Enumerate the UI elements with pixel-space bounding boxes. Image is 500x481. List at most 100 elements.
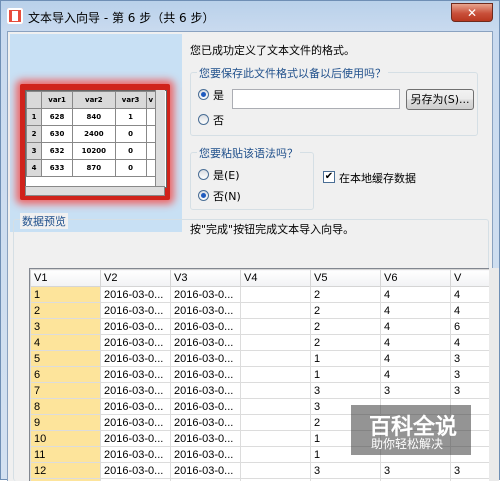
table-row: 12016-03-0...2016-03-0...244 [31, 287, 491, 303]
column-header[interactable]: V5 [311, 270, 381, 287]
table-cell: 4 [451, 287, 491, 303]
table-cell: 3 [451, 367, 491, 383]
data-preview-title: 数据预览 [20, 213, 68, 229]
format-file-path-input[interactable] [232, 89, 400, 109]
illustration-vertical-scrollbar [155, 90, 165, 186]
illustration-horizontal-scrollbar [25, 186, 165, 196]
watermark-subtitle: 助你轻松解决 [371, 435, 443, 452]
table-cell: 2 [311, 287, 381, 303]
mini-grid-cell: 840 [73, 109, 115, 126]
table-cell: 2016-03-0... [101, 287, 171, 303]
table-cell: 3 [381, 463, 451, 479]
table-cell [241, 351, 311, 367]
table-cell: 4 [381, 303, 451, 319]
mini-grid-cell: 0 [115, 126, 146, 143]
table-cell [241, 415, 311, 431]
table-cell: 2 [311, 319, 381, 335]
column-header[interactable]: V6 [381, 270, 451, 287]
table-cell: 2016-03-0... [101, 351, 171, 367]
table-cell: 2016-03-0... [101, 367, 171, 383]
save-format-yes-label: 是 [213, 87, 224, 103]
table-cell: 2 [311, 303, 381, 319]
mini-grid-cell: 1 [27, 109, 42, 126]
table-cell: 2016-03-0... [101, 463, 171, 479]
table-cell: 8 [31, 399, 101, 415]
table-cell: 4 [381, 335, 451, 351]
table-cell: 3 [451, 351, 491, 367]
table-cell: 5 [31, 351, 101, 367]
cache-data-checkbox[interactable]: ✔ [323, 171, 335, 183]
table-cell: 4 [381, 367, 451, 383]
table-cell: 2016-03-0... [101, 447, 171, 463]
save-format-yes-radio[interactable] [198, 89, 209, 100]
spss-app-icon [7, 8, 23, 24]
table-cell: 4 [451, 303, 491, 319]
table-cell: 2016-03-0... [171, 351, 241, 367]
wizard-window: 文本导入向导 - 第 6 步（共 6 步） ✕ var1 var2 var3 v… [0, 0, 500, 480]
table-row: 42016-03-0...2016-03-0...244 [31, 335, 491, 351]
table-cell: 3 [311, 463, 381, 479]
table-cell: 9 [31, 415, 101, 431]
table-cell: 3 [451, 463, 491, 479]
table-cell [241, 335, 311, 351]
illustration-data-grid: var1 var2 var3 v 1 628 840 1 2 630 [25, 90, 167, 188]
table-cell: 1 [31, 287, 101, 303]
mini-grid-cell: 2 [27, 126, 42, 143]
table-cell: 4 [451, 335, 491, 351]
table-cell [241, 303, 311, 319]
mini-grid-cell: 0 [115, 160, 146, 177]
save-format-no-radio[interactable] [198, 114, 209, 125]
table-cell: 11 [31, 447, 101, 463]
table-cell: 2016-03-0... [171, 367, 241, 383]
mini-grid-cell: 630 [42, 126, 73, 143]
paste-syntax-no-label: 否(N) [213, 188, 241, 204]
table-cell: 6 [31, 367, 101, 383]
column-header[interactable]: V4 [241, 270, 311, 287]
illustration-panel: var1 var2 var3 v 1 628 840 1 2 630 [10, 34, 182, 232]
table-cell: 2016-03-0... [171, 399, 241, 415]
mini-grid-cell: 4 [27, 160, 42, 177]
table-cell [241, 399, 311, 415]
table-cell [241, 431, 311, 447]
table-cell: 3 [381, 383, 451, 399]
table-cell: 1 [311, 367, 381, 383]
close-button[interactable]: ✕ [451, 3, 493, 22]
column-header[interactable]: V3 [171, 270, 241, 287]
column-header[interactable]: V2 [101, 270, 171, 287]
mini-grid-header: var3 [115, 92, 146, 109]
table-row: 72016-03-0...2016-03-0...333 [31, 383, 491, 399]
column-header[interactable]: V1 [31, 270, 101, 287]
table-cell [241, 463, 311, 479]
table-row: 52016-03-0...2016-03-0...143 [31, 351, 491, 367]
table-cell: 2016-03-0... [171, 383, 241, 399]
mini-grid-header: var1 [42, 92, 73, 109]
mini-grid-cell: 10200 [73, 143, 115, 160]
table-cell: 2 [311, 335, 381, 351]
cache-data-label: 在本地缓存数据 [339, 170, 416, 186]
table-cell: 4 [31, 335, 101, 351]
paste-syntax-yes-radio[interactable] [198, 169, 209, 180]
table-cell: 2016-03-0... [171, 319, 241, 335]
table-row: 62016-03-0...2016-03-0...143 [31, 367, 491, 383]
mini-grid-header: var2 [73, 92, 115, 109]
table-cell: 2016-03-0... [101, 399, 171, 415]
mini-grid-cell: 3 [27, 143, 42, 160]
column-header[interactable]: V [451, 270, 491, 287]
preview-vertical-scrollbar[interactable] [489, 268, 499, 481]
table-cell: 10 [31, 431, 101, 447]
save-as-button[interactable]: 另存为(S)... [406, 89, 474, 110]
title-bar: 文本导入向导 - 第 6 步（共 6 步） ✕ [1, 1, 499, 31]
table-cell [241, 319, 311, 335]
save-format-no-label: 否 [213, 112, 224, 128]
table-cell: 2 [31, 303, 101, 319]
table-cell: 2016-03-0... [171, 303, 241, 319]
table-cell: 2016-03-0... [101, 383, 171, 399]
table-cell: 2016-03-0... [101, 319, 171, 335]
table-cell: 3 [451, 383, 491, 399]
paste-syntax-no-radio[interactable] [198, 190, 209, 201]
table-cell [241, 287, 311, 303]
intro-text: 您已成功定义了文本文件的格式。 [190, 42, 355, 58]
mini-grid-cell: 632 [42, 143, 73, 160]
table-cell: 3 [311, 383, 381, 399]
table-cell: 2016-03-0... [171, 447, 241, 463]
